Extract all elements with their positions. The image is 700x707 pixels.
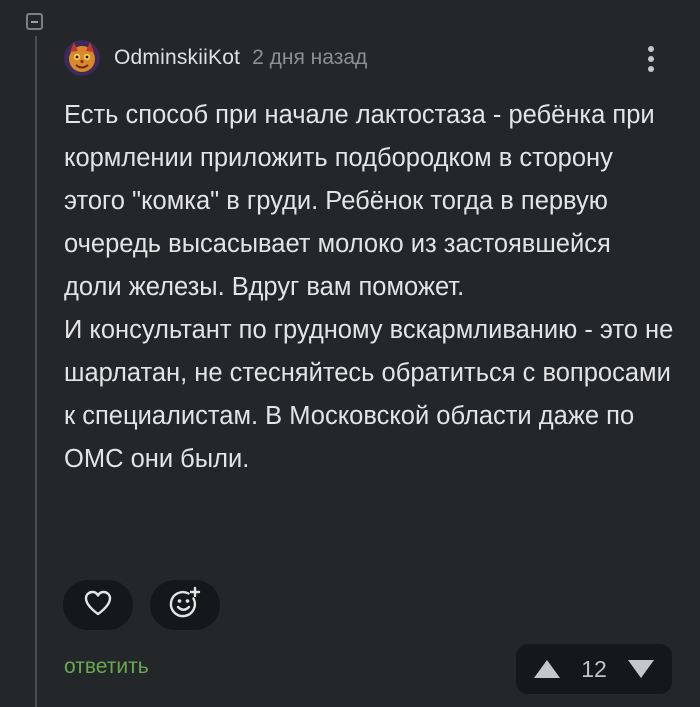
- add-emoji-icon: [168, 586, 202, 625]
- author-name[interactable]: OdminskiiKot: [114, 46, 240, 70]
- collapse-icon[interactable]: [26, 13, 43, 30]
- comment-header: OdminskiiKot 2 дня назад: [64, 40, 367, 76]
- rating-count: 12: [581, 655, 607, 682]
- more-vertical-icon[interactable]: [640, 44, 662, 74]
- add-reaction-button[interactable]: [150, 580, 220, 630]
- downvote-button[interactable]: [626, 657, 656, 681]
- vote-box: 12: [516, 644, 672, 694]
- like-button[interactable]: [63, 580, 133, 630]
- reply-link[interactable]: ответить: [64, 655, 149, 679]
- triangle-down-icon: [628, 660, 654, 678]
- upvote-button[interactable]: [532, 657, 562, 681]
- thread-line: [35, 36, 37, 707]
- comment-text: Есть способ при начале лактостаза - ребё…: [64, 101, 674, 473]
- comment-timestamp: 2 дня назад: [252, 46, 368, 69]
- heart-icon: [83, 589, 113, 622]
- avatar[interactable]: [64, 40, 100, 76]
- triangle-up-icon: [534, 660, 560, 678]
